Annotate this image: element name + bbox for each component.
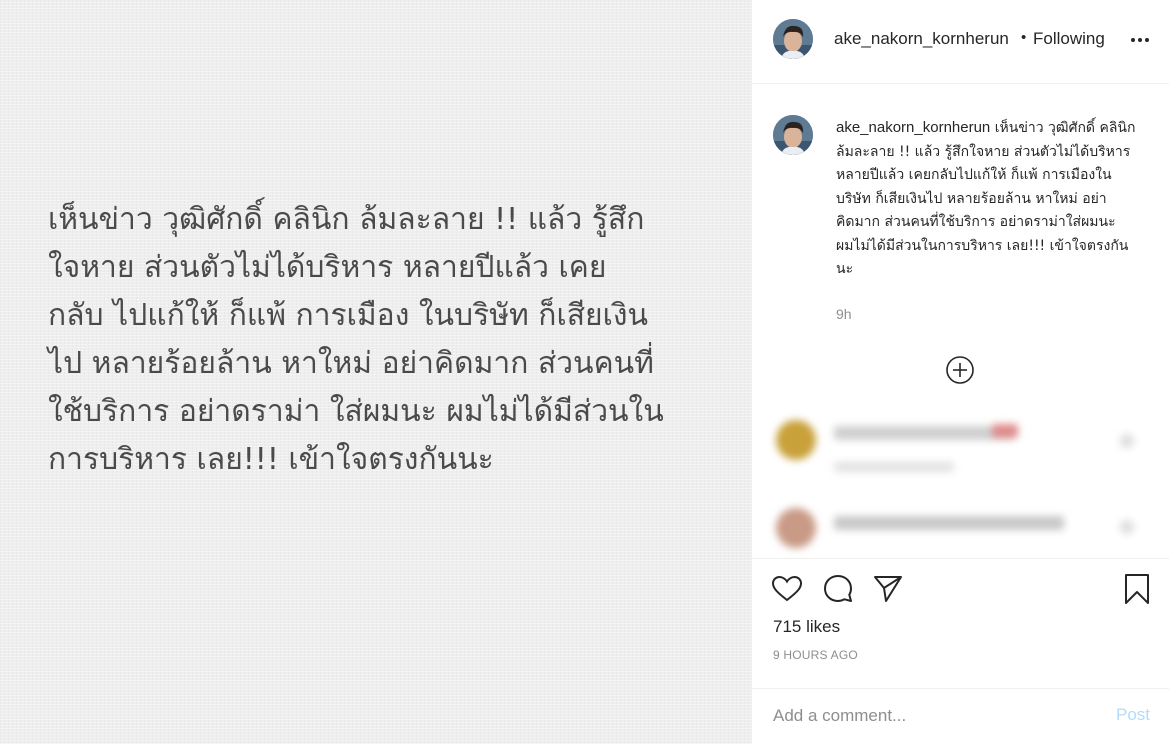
load-more-comments-icon[interactable] xyxy=(944,354,976,386)
more-horizontal-icon[interactable] xyxy=(1128,28,1152,52)
share-icon[interactable] xyxy=(871,572,905,606)
comment-form: Post xyxy=(752,688,1169,744)
post-image-text: เห็นข่าว วุฒิศักดิ์ คลินิก ล้มละลาย !! แ… xyxy=(48,202,664,477)
caption-username-link[interactable]: ake_nakorn_kornherun xyxy=(836,119,990,136)
bookmark-icon[interactable] xyxy=(1120,572,1154,606)
likes-count[interactable]: 715 likes xyxy=(773,617,840,637)
caption-avatar[interactable] xyxy=(773,115,813,155)
post-caption: ake_nakorn_kornherun เห็นข่าว วุฒิศักดิ์… xyxy=(836,116,1136,282)
post-timestamp: 9 HOURS AGO xyxy=(773,648,858,662)
post-header: ake_nakorn_kornherun • Following xyxy=(752,0,1169,84)
post-image: เห็นข่าว วุฒิศักดิ์ คลินิก ล้มละลาย !! แ… xyxy=(0,0,751,744)
heart-icon[interactable] xyxy=(770,572,804,606)
post-side-panel: ake_nakorn_kornherun • Following ake_nak… xyxy=(751,0,1169,744)
comment-input[interactable] xyxy=(773,701,1103,731)
comment-icon[interactable] xyxy=(821,572,855,606)
post-actions-section: 715 likes 9 HOURS AGO Post xyxy=(752,558,1169,744)
separator-dot: • xyxy=(1021,29,1027,46)
blurred-comment xyxy=(752,420,1169,480)
caption-timestamp[interactable]: 9h xyxy=(836,306,852,322)
header-username-link[interactable]: ake_nakorn_kornherun xyxy=(834,29,1009,49)
avatar[interactable] xyxy=(773,19,813,59)
following-button[interactable]: Following xyxy=(1033,29,1105,49)
profile-photo-icon xyxy=(773,19,813,59)
post-comment-button[interactable]: Post xyxy=(1116,705,1150,725)
caption-text: เห็นข่าว วุฒิศักดิ์ คลินิก ล้มละลาย !! แ… xyxy=(836,120,1136,277)
profile-photo-icon xyxy=(773,115,813,155)
